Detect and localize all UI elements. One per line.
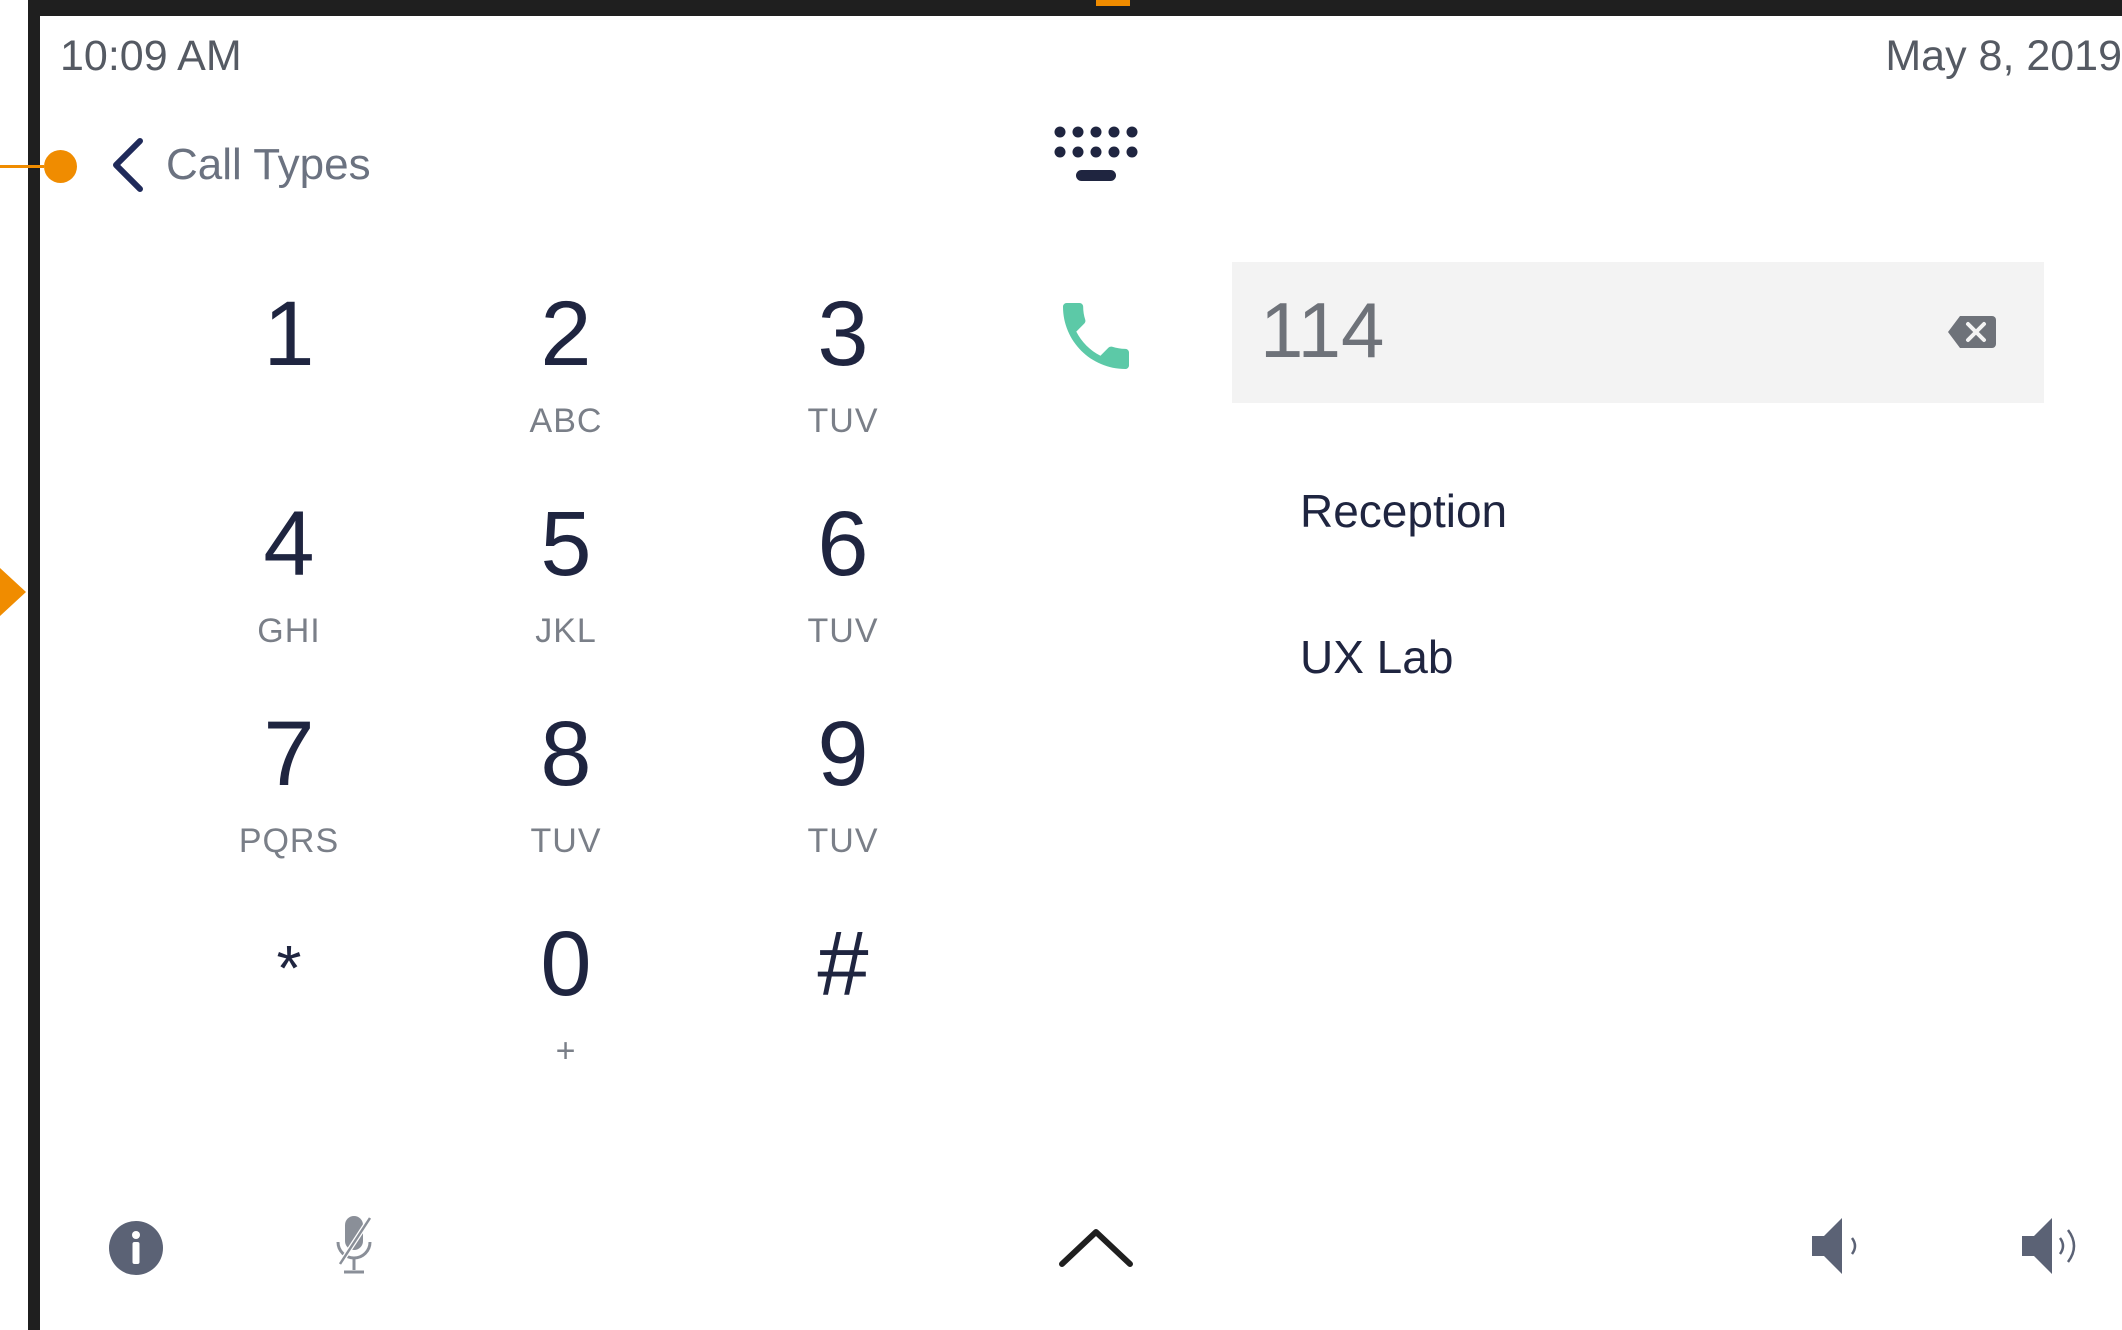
key-letters: JKL xyxy=(535,612,597,650)
key-digit: * xyxy=(276,932,302,1004)
key-digit: 6 xyxy=(817,493,869,595)
keypad-key-8[interactable]: 8 TUV xyxy=(466,702,666,892)
keypad-key-2[interactable]: 2 ABC xyxy=(466,282,666,472)
keypad-key-9[interactable]: 9 TUV xyxy=(743,702,943,892)
microphone-muted-icon[interactable] xyxy=(330,1212,378,1282)
key-letters: PQRS xyxy=(238,822,340,860)
back-button-label: Call Types xyxy=(166,140,371,189)
key-letters: GHI xyxy=(257,612,321,650)
key-letters: TUV xyxy=(807,822,879,860)
device-frame-top xyxy=(28,0,2122,16)
keypad-key-6[interactable]: 6 TUV xyxy=(743,492,943,682)
key-letters: TUV xyxy=(807,402,879,440)
device-frame-marker xyxy=(1096,0,1130,6)
key-digit: 0 xyxy=(540,913,592,1015)
annotation-line xyxy=(0,165,44,168)
backspace-icon[interactable] xyxy=(1946,314,1998,350)
key-letters: TUV xyxy=(807,612,879,650)
key-letters: TUV xyxy=(530,822,602,860)
status-time: 10:09 AM xyxy=(60,32,242,80)
keypad-key-0[interactable]: 0 + xyxy=(466,912,666,1102)
key-digit: 3 xyxy=(817,283,869,385)
status-date: May 8, 2019 xyxy=(1885,32,2122,80)
key-digit: 5 xyxy=(540,493,592,595)
key-digit: 9 xyxy=(817,703,869,805)
dialer-screen: 10:09 AM May 8, 2019 Call Types 1 2 ABC … xyxy=(0,0,2122,1330)
chevron-up-icon[interactable] xyxy=(1058,1224,1134,1270)
chevron-left-icon xyxy=(108,137,150,193)
key-digit: 2 xyxy=(540,283,592,385)
info-icon[interactable] xyxy=(108,1220,164,1276)
back-button[interactable]: Call Types xyxy=(108,130,371,200)
dial-number-input[interactable] xyxy=(1260,280,1900,380)
key-letters: + xyxy=(555,1032,577,1070)
keypad-key-4[interactable]: 4 GHI xyxy=(189,492,389,682)
key-digit: 4 xyxy=(263,493,315,595)
annotation-dot xyxy=(44,150,77,183)
keypad-key-3[interactable]: 3 TUV xyxy=(743,282,943,472)
key-letters: ABC xyxy=(529,402,603,440)
volume-up-icon[interactable] xyxy=(2018,1214,2088,1278)
keypad-key-5[interactable]: 5 JKL xyxy=(466,492,666,682)
contact-suggestion-reception[interactable]: Reception xyxy=(1300,484,1507,538)
keypad-key-star[interactable]: * xyxy=(189,912,389,1102)
call-button[interactable] xyxy=(1052,292,1140,380)
key-digit: 1 xyxy=(263,283,315,385)
phone-icon xyxy=(1052,303,1140,384)
annotation-arrow xyxy=(0,568,26,616)
keypad-key-7[interactable]: 7 PQRS xyxy=(189,702,389,892)
keyboard-icon[interactable] xyxy=(1052,124,1140,190)
dial-number-field xyxy=(1232,262,2044,403)
keypad-key-1[interactable]: 1 xyxy=(189,282,389,472)
device-frame-left xyxy=(28,0,40,1330)
key-digit: 8 xyxy=(540,703,592,805)
contact-suggestion-ux-lab[interactable]: UX Lab xyxy=(1300,630,1453,684)
key-digit: 7 xyxy=(263,703,315,805)
volume-down-icon[interactable] xyxy=(1808,1214,1868,1278)
keypad-key-hash[interactable]: # xyxy=(743,912,943,1102)
key-digit: # xyxy=(817,913,869,1015)
